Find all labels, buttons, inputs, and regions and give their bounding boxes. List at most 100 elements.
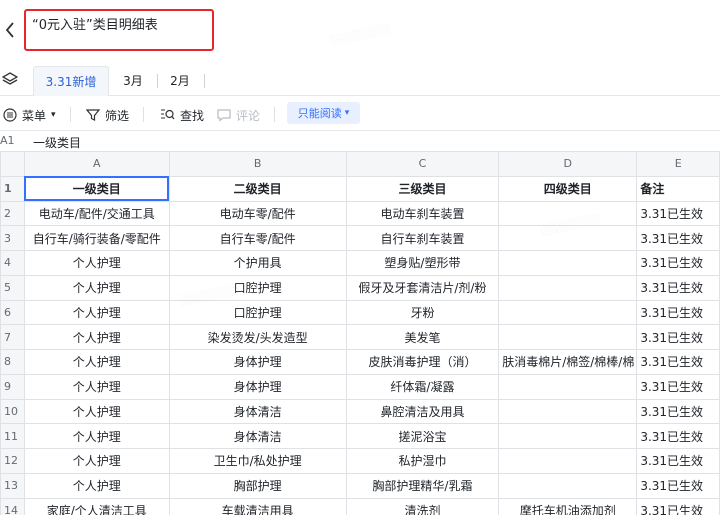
table-cell[interactable]: 私护湿巾	[345, 448, 500, 474]
table-cell[interactable]: 纤体霜/凝露	[345, 373, 500, 400]
row-header[interactable]: 2	[0, 200, 25, 227]
grid-corner[interactable]	[0, 151, 25, 177]
row-header[interactable]: 13	[0, 472, 25, 499]
table-cell[interactable]: 口腔护理	[168, 274, 347, 301]
table-cell[interactable]: 3.31已生效	[636, 250, 720, 276]
table-cell[interactable]: 四级类目	[498, 175, 638, 202]
table-cell[interactable]	[498, 398, 638, 425]
table-cell[interactable]: 备注	[636, 175, 720, 202]
table-cell[interactable]: 身体护理	[168, 349, 347, 375]
table-cell[interactable]: 个人护理	[23, 373, 170, 400]
table-cell[interactable]	[498, 200, 638, 227]
table-cell[interactable]	[498, 373, 638, 400]
table-cell[interactable]: 身体清洁	[168, 398, 347, 425]
table-cell[interactable]: 胸部护理	[168, 472, 347, 499]
formula-value[interactable]: 一级类目	[33, 134, 81, 151]
tab-march[interactable]: 3月	[113, 66, 153, 96]
row-header[interactable]: 14	[0, 497, 25, 515]
table-cell[interactable]: 3.31已生效	[636, 448, 720, 474]
table-cell[interactable]: 皮肤消毒护理（消）	[345, 349, 500, 375]
column-header[interactable]: B	[168, 151, 347, 177]
table-cell[interactable]: 肤消毒棉片/棉签/棉棒/棉	[498, 349, 638, 375]
find-button[interactable]: 查找	[160, 106, 204, 124]
table-cell[interactable]: 3.31已生效	[636, 423, 720, 449]
column-header[interactable]: E	[636, 151, 720, 177]
table-cell[interactable]	[498, 299, 638, 326]
table-cell[interactable]: 口腔护理	[168, 299, 347, 326]
row-header[interactable]: 10	[0, 398, 25, 425]
table-cell[interactable]: 搓泥浴宝	[345, 423, 500, 449]
table-cell[interactable]: 3.31已生效	[636, 299, 720, 326]
table-cell[interactable]: 身体清洁	[168, 423, 347, 449]
table-cell[interactable]: 一级类目	[23, 175, 170, 202]
menu-button[interactable]: 菜单 ▾	[3, 106, 56, 124]
table-cell[interactable]: 个人护理	[23, 274, 170, 301]
table-cell[interactable]: 染发烫发/头发造型	[168, 324, 347, 350]
table-cell[interactable]: 车载清洁用具	[168, 497, 347, 515]
row-header[interactable]: 4	[0, 250, 25, 276]
table-cell[interactable]: 卫生巾/私处护理	[168, 448, 347, 474]
table-cell[interactable]: 电动车/配件/交通工具	[23, 200, 170, 227]
column-header[interactable]: A	[23, 151, 170, 177]
table-cell[interactable]: 自行车/骑行装备/零配件	[23, 225, 170, 251]
table-cell[interactable]: 3.31已生效	[636, 373, 720, 400]
table-cell[interactable]: 自行车零/配件	[168, 225, 347, 251]
table-cell[interactable]: 3.31已生效	[636, 497, 720, 515]
table-cell[interactable]	[498, 274, 638, 301]
row-header[interactable]: 7	[0, 324, 25, 350]
row-header[interactable]: 11	[0, 423, 25, 449]
table-cell[interactable]	[498, 250, 638, 276]
row-header[interactable]: 1	[0, 175, 25, 202]
row-header[interactable]: 12	[0, 448, 25, 474]
table-cell[interactable]: 胸部护理精华/乳霜	[345, 472, 500, 499]
row-header[interactable]: 6	[0, 299, 25, 326]
table-cell[interactable]: 电动车刹车装置	[345, 200, 500, 227]
row-header[interactable]: 3	[0, 225, 25, 251]
table-cell[interactable]: 美发笔	[345, 324, 500, 350]
table-cell[interactable]: 家庭/个人清洁工具	[23, 497, 170, 515]
table-cell[interactable]	[498, 225, 638, 251]
tab-3-31[interactable]: 3.31新增	[33, 66, 109, 96]
table-cell[interactable]: 个护用具	[168, 250, 347, 276]
column-header[interactable]: C	[345, 151, 500, 177]
table-cell[interactable]: 个人护理	[23, 250, 170, 276]
table-cell[interactable]: 个人护理	[23, 324, 170, 350]
table-cell[interactable]: 3.31已生效	[636, 200, 720, 227]
table-cell[interactable]: 塑身贴/塑形带	[345, 250, 500, 276]
table-cell[interactable]: 个人护理	[23, 299, 170, 326]
filter-button[interactable]: 筛选	[86, 106, 129, 124]
table-cell[interactable]: 个人护理	[23, 448, 170, 474]
row-header[interactable]: 8	[0, 349, 25, 375]
table-cell[interactable]: 3.31已生效	[636, 274, 720, 301]
layers-icon[interactable]	[2, 71, 18, 87]
tab-february[interactable]: 2月	[160, 66, 200, 96]
table-cell[interactable]: 三级类目	[345, 175, 500, 202]
table-cell[interactable]: 牙粉	[345, 299, 500, 326]
row-header[interactable]: 5	[0, 274, 25, 301]
table-cell[interactable]	[498, 472, 638, 499]
table-cell[interactable]: 个人护理	[23, 398, 170, 425]
table-cell[interactable]: 3.31已生效	[636, 225, 720, 251]
comment-button[interactable]: 评论	[217, 106, 260, 124]
table-cell[interactable]: 二级类目	[168, 175, 347, 202]
table-cell[interactable]: 3.31已生效	[636, 472, 720, 499]
table-cell[interactable]: 3.31已生效	[636, 398, 720, 425]
table-cell[interactable]: 自行车刹车装置	[345, 225, 500, 251]
row-header[interactable]: 9	[0, 373, 25, 400]
table-cell[interactable]: 电动车零/配件	[168, 200, 347, 227]
readonly-dropdown[interactable]: 只能阅读 ▾	[287, 102, 360, 124]
table-cell[interactable]	[498, 324, 638, 350]
table-cell[interactable]: 假牙及牙套清洁片/剂/粉	[345, 274, 500, 301]
table-cell[interactable]: 3.31已生效	[636, 349, 720, 375]
column-header[interactable]: D	[498, 151, 638, 177]
table-cell[interactable]: 3.31已生效	[636, 324, 720, 350]
table-cell[interactable]: 摩托车机油添加剂	[498, 497, 638, 515]
table-cell[interactable]: 个人护理	[23, 349, 170, 375]
table-cell[interactable]: 个人护理	[23, 423, 170, 449]
table-cell[interactable]: 清洗剂	[345, 497, 500, 515]
table-cell[interactable]: 鼻腔清洁及用具	[345, 398, 500, 425]
table-cell[interactable]: 个人护理	[23, 472, 170, 499]
table-cell[interactable]	[498, 448, 638, 474]
table-cell[interactable]	[498, 423, 638, 449]
chevron-left-icon[interactable]	[4, 20, 18, 40]
